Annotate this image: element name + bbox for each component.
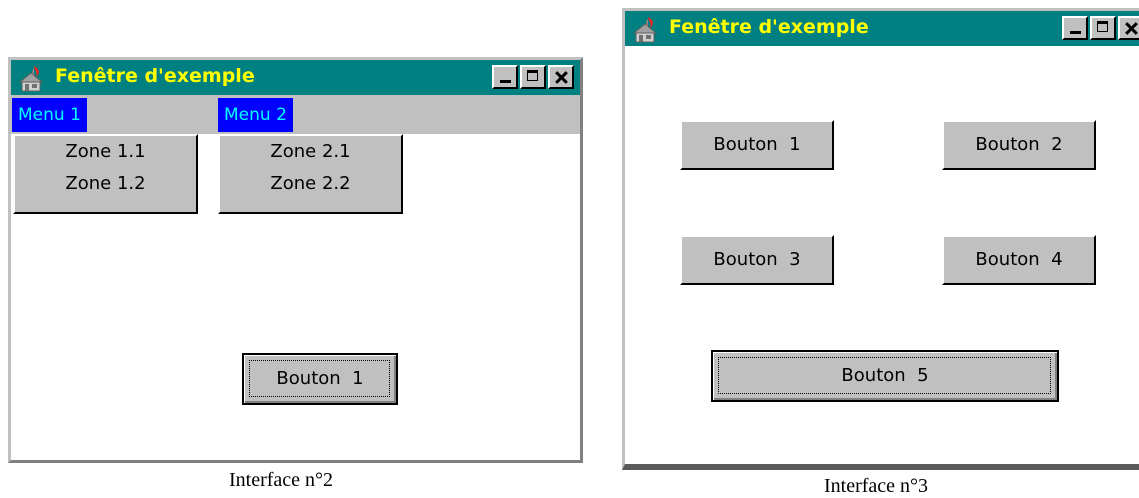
menu-item-zone-2-1[interactable]: Zone 2.1 xyxy=(220,136,401,168)
minimize-icon[interactable] xyxy=(492,65,518,89)
app-icon xyxy=(18,66,44,92)
title-bar[interactable]: Fenêtre d'exemple xyxy=(11,60,580,95)
maximize-icon[interactable] xyxy=(520,65,546,89)
caption-interface-2: Interface n°2 xyxy=(229,469,334,491)
bouton-4-button[interactable]: Bouton 4 xyxy=(942,235,1096,285)
menu-1-dropdown: Zone 1.1 Zone 1.2 xyxy=(13,134,198,214)
minimize-icon[interactable] xyxy=(1062,16,1088,40)
caption-interface-3: Interface n°3 xyxy=(824,475,929,497)
menu-item-zone-1-1[interactable]: Zone 1.1 xyxy=(15,136,196,168)
bouton-3-button[interactable]: Bouton 3 xyxy=(680,235,834,285)
menu-2[interactable]: Menu 2 xyxy=(218,98,293,132)
menu-item-zone-1-2[interactable]: Zone 1.2 xyxy=(15,168,196,200)
bouton-5-button[interactable]: Bouton 5 xyxy=(711,350,1059,402)
window-title: Fenêtre d'exemple xyxy=(669,16,869,38)
title-bar[interactable]: Fenêtre d'exemple xyxy=(625,11,1139,46)
bouton-2-button[interactable]: Bouton 2 xyxy=(942,120,1096,170)
menu-item-zone-2-2[interactable]: Zone 2.2 xyxy=(220,168,401,200)
close-icon[interactable] xyxy=(548,65,574,89)
bouton-1-button[interactable]: Bouton 1 xyxy=(680,120,834,170)
window-title: Fenêtre d'exemple xyxy=(55,65,255,87)
window-interface-3: Fenêtre d'exemple Bouton 1 Bouton 2 Bout… xyxy=(622,8,1139,470)
close-icon[interactable] xyxy=(1118,16,1139,40)
bouton-1-button[interactable]: Bouton 1 xyxy=(242,353,398,405)
maximize-icon[interactable] xyxy=(1090,16,1116,40)
window-interface-2: Fenêtre d'exemple Menu 1 Menu 2 Zone 1.1… xyxy=(8,57,583,463)
menu-bar: Menu 1 Menu 2 xyxy=(11,95,580,134)
menu-1[interactable]: Menu 1 xyxy=(12,98,87,132)
menu-2-dropdown: Zone 2.1 Zone 2.2 xyxy=(218,134,403,214)
app-icon xyxy=(632,17,658,43)
